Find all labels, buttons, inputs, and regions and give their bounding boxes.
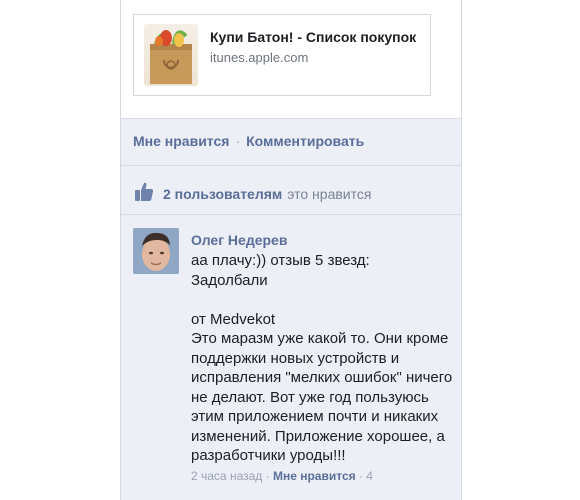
link-url: itunes.apple.com [210,50,309,65]
phone-screen: Купи Батон! - Список покупок itunes.appl… [120,0,462,500]
comment-author[interactable]: Олег Недерев [191,231,453,249]
divider [121,214,461,215]
comment-text: аа плачу:)) отзыв 5 звезд: Задолбали от … [191,252,453,464]
like-button[interactable]: Мне нравится [133,133,229,149]
comment-meta: 2 часа назад · Мне нравится · 4 [191,468,373,483]
avatar[interactable] [133,228,179,274]
comment-like-button[interactable]: Мне нравится [273,469,356,483]
link-title[interactable]: Купи Батон! - Список покупок [210,29,416,45]
comment-body: Олег Недерев аа плачу:)) отзыв 5 звезд: … [191,231,453,484]
thumbs-up-icon [133,181,155,206]
likes-count[interactable]: 2 пользователям [163,186,282,202]
divider [121,165,461,166]
comment-time: 2 часа назад [191,468,263,483]
link-preview-card[interactable]: Купи Батон! - Список покупок itunes.appl… [133,14,431,96]
separator-dot: · [235,133,241,149]
likes-summary[interactable]: 2 пользователям это нравится [133,181,371,206]
grocery-bag-icon [144,24,198,86]
post-card: Купи Батон! - Список покупок itunes.appl… [121,0,461,119]
comment-button[interactable]: Комментировать [246,133,364,149]
comment-likes-count: 4 [366,468,373,483]
likes-suffix: это нравится [287,185,372,202]
post-actions: Мне нравится · Комментировать [133,133,364,149]
